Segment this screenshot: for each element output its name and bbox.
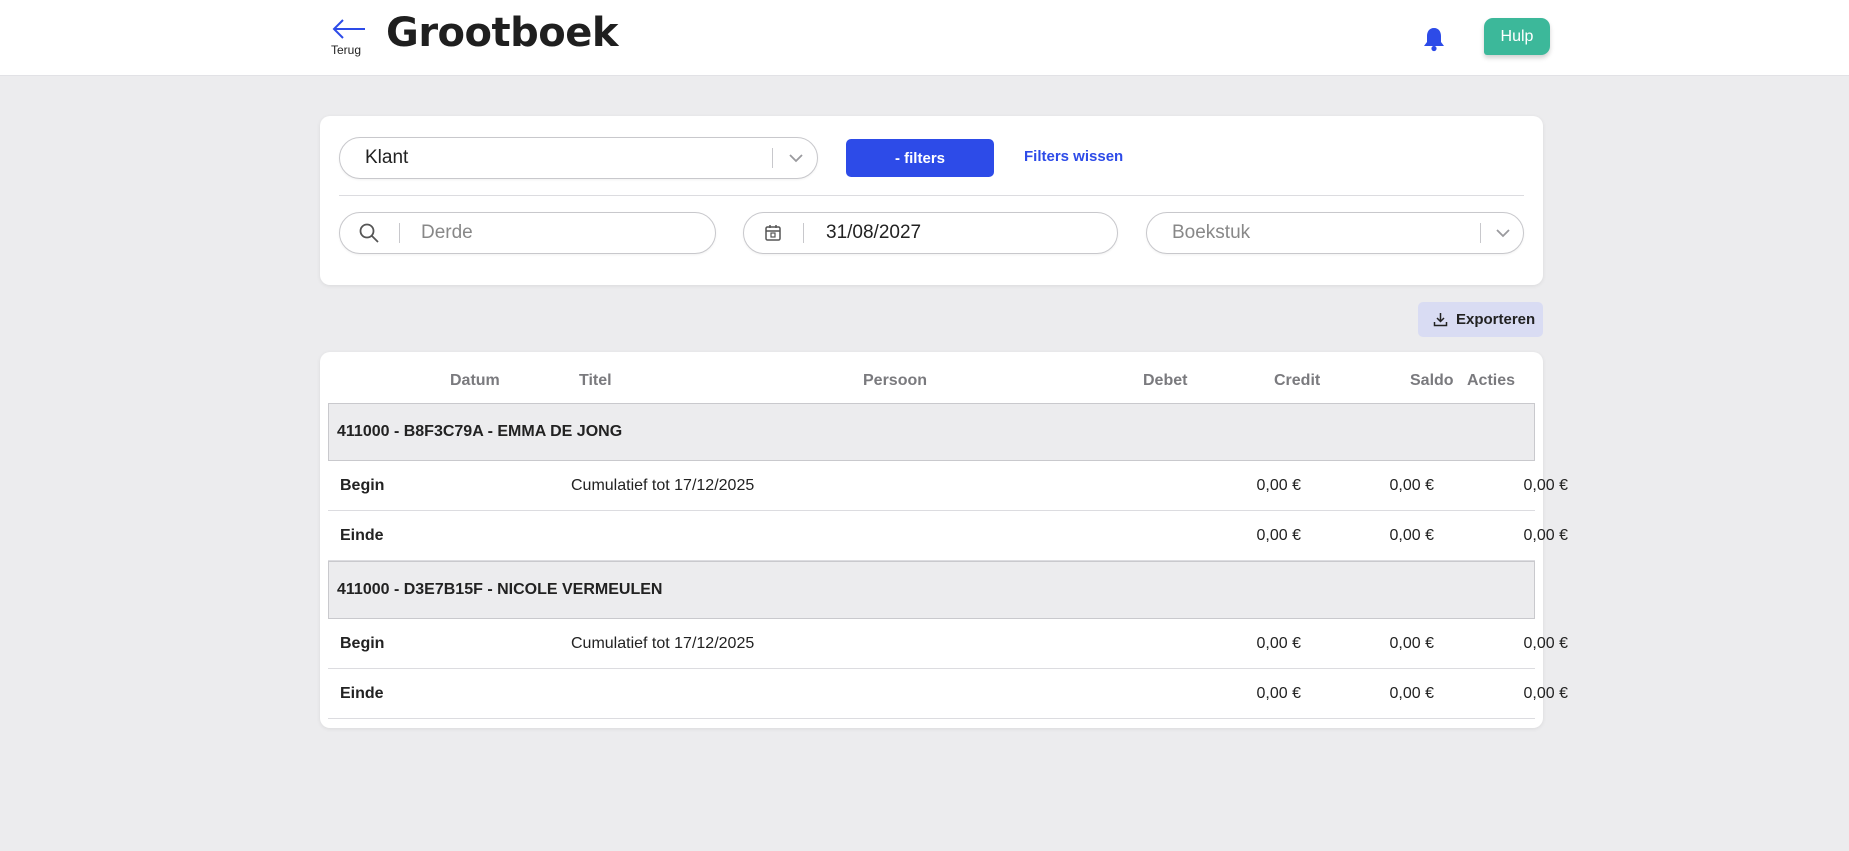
row-label: Einde bbox=[340, 685, 384, 702]
search-icon bbox=[359, 223, 379, 243]
column-header-actions: Acties bbox=[1467, 372, 1516, 389]
column-header-person[interactable]: Persoon bbox=[863, 372, 927, 390]
select-separator bbox=[1480, 223, 1481, 243]
account-type-value: Klant bbox=[365, 147, 409, 168]
row-title: Cumulatief tot 17/12/2025 bbox=[571, 635, 755, 652]
column-header-title[interactable]: Titel bbox=[579, 372, 612, 390]
chevron-down-icon bbox=[789, 154, 803, 163]
row-balance: 0,00 € bbox=[1523, 685, 1568, 702]
third-party-search-field[interactable]: Derde bbox=[339, 212, 716, 254]
document-placeholder: Boekstuk bbox=[1172, 222, 1251, 243]
row-debit: 0,00 € bbox=[1256, 685, 1301, 702]
back-button[interactable]: Terug bbox=[326, 16, 370, 60]
field-separator bbox=[399, 223, 400, 243]
row-label: Begin bbox=[340, 477, 385, 494]
top-bar: Terug Grootboek Hulp bbox=[0, 0, 1849, 76]
date-field[interactable]: 31/08/2027 bbox=[743, 212, 1118, 254]
date-value: 31/08/2027 bbox=[826, 222, 922, 243]
row-debit: 0,00 € bbox=[1256, 635, 1301, 652]
account-group-header: 411000 - D3E7B15F - NICOLE VERMEULEN bbox=[328, 561, 1535, 619]
row-label: Einde bbox=[340, 527, 384, 544]
table-row: Einde 0,00 € 0,00 € 0,00 € bbox=[328, 511, 1568, 561]
download-icon bbox=[1433, 313, 1448, 327]
row-balance: 0,00 € bbox=[1523, 477, 1568, 494]
notifications-bell-icon[interactable] bbox=[1422, 26, 1448, 54]
export-label: Exporteren bbox=[1456, 311, 1536, 328]
account-group-label: 411000 - B8F3C79A - EMMA DE JONG bbox=[337, 423, 623, 440]
column-header-credit[interactable]: Credit bbox=[1274, 372, 1320, 390]
clear-filters-link[interactable]: Filters wissen bbox=[1024, 148, 1123, 165]
account-group-label: 411000 - D3E7B15F - NICOLE VERMEULEN bbox=[337, 581, 663, 598]
select-separator bbox=[772, 148, 773, 168]
column-header-balance[interactable]: Saldo bbox=[1410, 372, 1454, 390]
export-button[interactable]: Exporteren bbox=[1418, 302, 1543, 337]
account-type-select[interactable]: Klant bbox=[339, 137, 818, 179]
row-debit: 0,00 € bbox=[1256, 527, 1301, 544]
filter-panel: Klant - filters Filters wissen Derde 31/… bbox=[320, 116, 1543, 285]
help-button[interactable]: Hulp bbox=[1484, 18, 1550, 55]
row-balance: 0,00 € bbox=[1523, 635, 1568, 652]
document-select[interactable]: Boekstuk bbox=[1146, 212, 1524, 254]
row-credit: 0,00 € bbox=[1389, 685, 1434, 702]
table-row: Einde 0,00 € 0,00 € 0,00 € bbox=[328, 669, 1568, 719]
row-credit: 0,00 € bbox=[1389, 527, 1434, 544]
filter-divider bbox=[339, 195, 1524, 196]
page-title: Grootboek bbox=[386, 10, 618, 56]
calendar-icon bbox=[765, 225, 781, 241]
table-row: Begin Cumulatief tot 17/12/2025 0,00 € 0… bbox=[328, 619, 1568, 669]
back-label: Terug bbox=[331, 43, 362, 57]
row-balance: 0,00 € bbox=[1523, 527, 1568, 544]
row-title: Cumulatief tot 17/12/2025 bbox=[571, 477, 755, 494]
toggle-filters-button[interactable]: - filters bbox=[846, 139, 994, 177]
chevron-down-icon bbox=[1496, 229, 1510, 238]
column-header-debit[interactable]: Debet bbox=[1143, 372, 1187, 390]
row-credit: 0,00 € bbox=[1389, 635, 1434, 652]
row-debit: 0,00 € bbox=[1256, 477, 1301, 494]
column-header-date[interactable]: Datum bbox=[450, 372, 500, 390]
table-row: Begin Cumulatief tot 17/12/2025 0,00 € 0… bbox=[328, 461, 1568, 511]
third-party-placeholder: Derde bbox=[421, 222, 473, 243]
arrow-left-icon bbox=[332, 19, 365, 39]
row-label: Begin bbox=[340, 635, 385, 652]
ledger-table: Datum Titel Persoon Debet Credit Saldo A… bbox=[320, 352, 1568, 728]
field-separator bbox=[803, 223, 804, 243]
account-group-header: 411000 - B8F3C79A - EMMA DE JONG bbox=[328, 403, 1535, 461]
row-credit: 0,00 € bbox=[1389, 477, 1434, 494]
